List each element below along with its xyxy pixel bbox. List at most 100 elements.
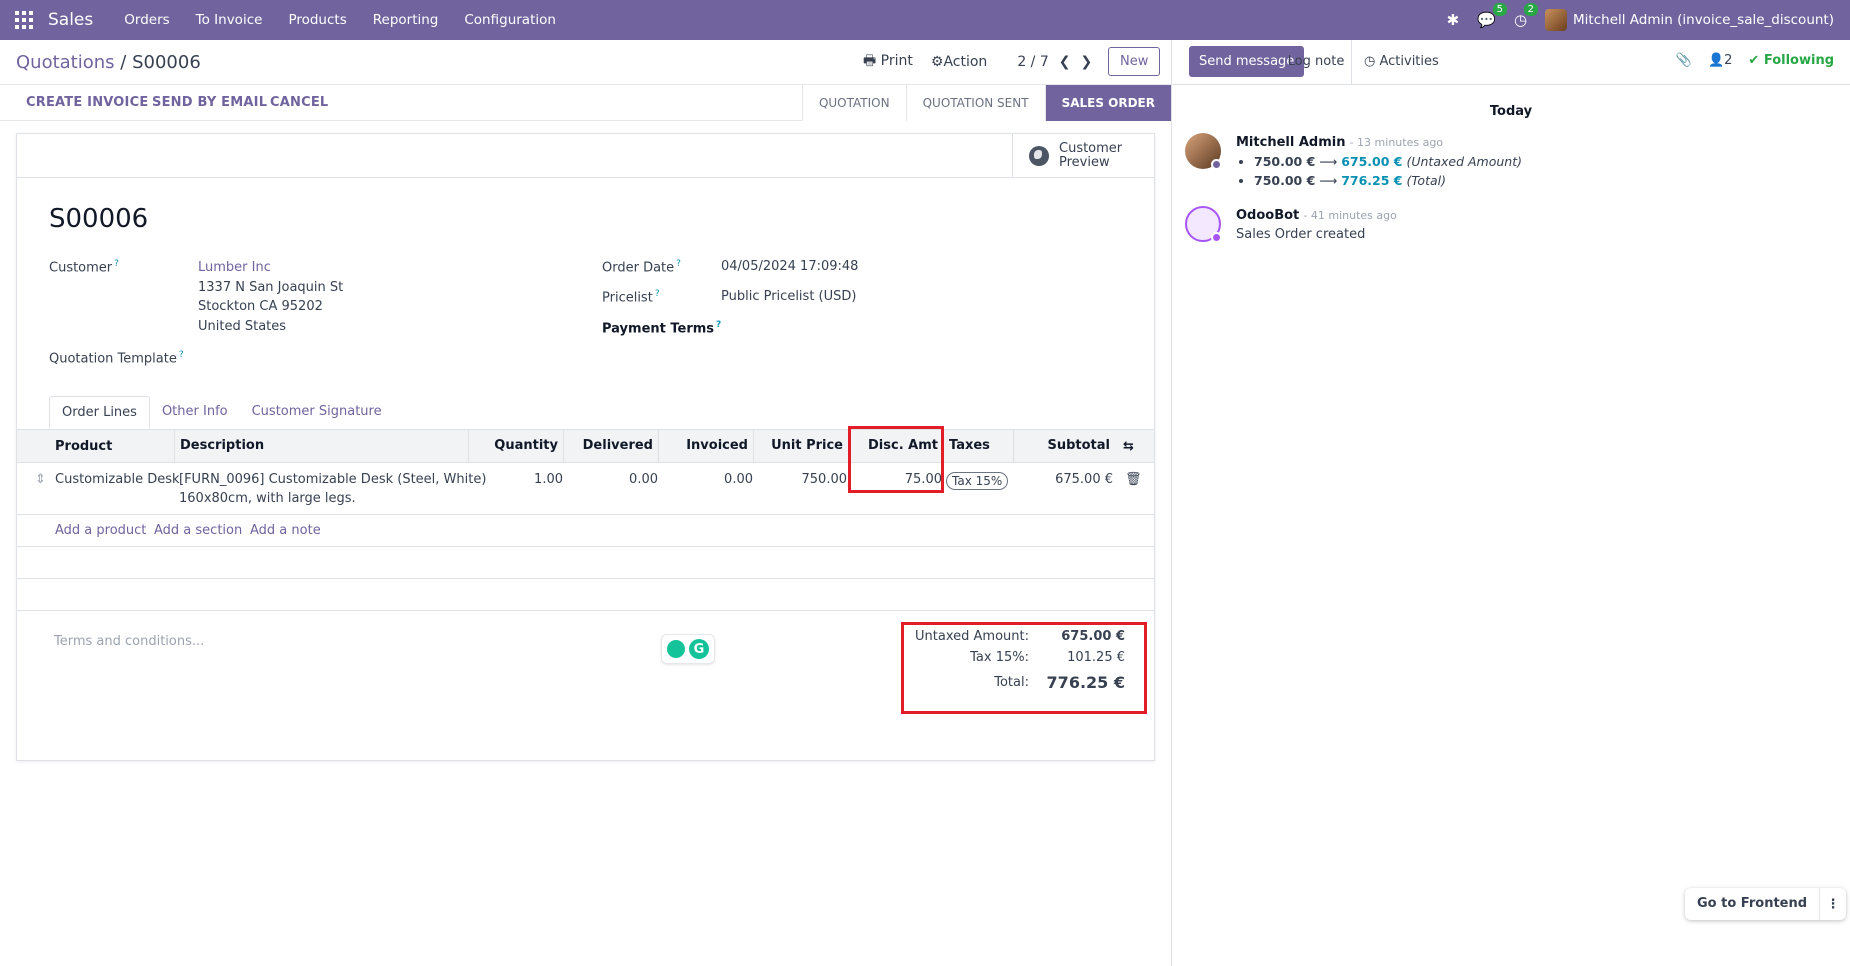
chevron-right-icon[interactable]: ❯: [1080, 54, 1092, 70]
table-row[interactable]: ⇕ Customizable Desk [FURN_0096] Customiz…: [17, 463, 1154, 515]
empty-row: [17, 579, 1154, 611]
top-navbar: Sales Orders To Invoice Products Reporti…: [0, 0, 1850, 40]
customer-preview-button[interactable]: Customer Preview: [1012, 134, 1154, 178]
tab-other-info[interactable]: Other Info: [150, 396, 240, 429]
address-line-3: United States: [198, 318, 287, 334]
globe-icon: [1029, 146, 1049, 166]
grammarly-widget[interactable]: G: [661, 634, 715, 664]
col-quantity[interactable]: Quantity: [468, 430, 563, 462]
following-button[interactable]: ✔ Following: [1748, 53, 1834, 68]
new-button[interactable]: New: [1108, 47, 1161, 76]
col-delivered[interactable]: Delivered: [563, 430, 658, 462]
paperclip-icon[interactable]: 📎: [1676, 53, 1692, 68]
activities-button[interactable]: ◷ Activities: [1364, 54, 1439, 69]
disc-amt-highlight: [848, 426, 944, 493]
add-note-link[interactable]: Add a note: [250, 523, 321, 538]
customer-field[interactable]: Lumber Inc 1337 N San Joaquin St Stockto…: [198, 258, 343, 336]
cell-description[interactable]: [FURN_0096] Customizable Desk (Steel, Wh…: [179, 470, 486, 508]
tab-customer-signature[interactable]: Customer Signature: [240, 396, 394, 429]
user-menu[interactable]: Mitchell Admin (invoice_sale_discount): [1545, 9, 1834, 31]
log-note-button[interactable]: Log note: [1281, 40, 1352, 85]
tracking-item: 750.00 € ⟶ 675.00 € (Untaxed Amount): [1254, 152, 1522, 171]
control-panel: Quotations / S00006 🖶 Print ⚙Action 2 / …: [0, 40, 1171, 85]
bug-icon[interactable]: ✱: [1447, 11, 1460, 29]
create-invoice-button[interactable]: CREATE INVOICE: [26, 95, 148, 110]
pricelist-field[interactable]: Public Pricelist (USD): [721, 287, 856, 307]
notebook-tabs: Order Lines Other Info Customer Signatur…: [49, 396, 394, 429]
drag-handle-icon[interactable]: ⇕: [35, 472, 46, 487]
terms-input[interactable]: Terms and conditions...: [54, 634, 204, 649]
col-unit-price[interactable]: Unit Price: [753, 430, 848, 462]
message-body: Sales Order created: [1236, 227, 1366, 242]
col-subtotal[interactable]: Subtotal: [1013, 430, 1115, 462]
col-invoiced[interactable]: Invoiced: [658, 430, 753, 462]
cell-invoiced[interactable]: 0.00: [658, 472, 753, 487]
breadcrumb-quotations[interactable]: Quotations: [16, 52, 115, 73]
order-lines-table: Product Description Quantity Delivered I…: [17, 429, 1154, 611]
trash-icon[interactable]: 🗑: [1125, 472, 1142, 487]
pager: 2 / 7 ❮ ❯: [1017, 54, 1092, 70]
cell-product[interactable]: Customizable Desk: [55, 472, 180, 487]
message-time: - 41 minutes ago: [1303, 209, 1397, 222]
menu-to-invoice[interactable]: To Invoice: [196, 12, 263, 28]
col-description[interactable]: Description: [174, 430, 264, 462]
message-author[interactable]: Mitchell Admin: [1236, 135, 1345, 150]
send-by-email-button[interactable]: SEND BY EMAIL: [152, 95, 267, 110]
print-button[interactable]: 🖶 Print: [863, 50, 913, 74]
col-taxes[interactable]: Taxes: [943, 430, 1013, 462]
clock-icon: ◷: [1364, 54, 1376, 69]
help-icon: ?: [654, 289, 660, 299]
cell-subtotal: 675.00 €: [1055, 472, 1113, 487]
stage-sales-order[interactable]: SALES ORDER: [1044, 85, 1171, 121]
order-date-field[interactable]: 04/05/2024 17:09:48: [721, 257, 858, 277]
cell-unit-price[interactable]: 750.00: [753, 472, 848, 487]
cell-taxes[interactable]: Tax 15%: [946, 472, 1009, 490]
heart-icon: [1211, 232, 1222, 243]
breadcrumb-separator: /: [120, 51, 133, 73]
message-time: - 13 minutes ago: [1349, 136, 1444, 149]
cell-delivered[interactable]: 0.00: [563, 472, 658, 487]
help-icon: ?: [716, 320, 722, 330]
app-name[interactable]: Sales: [48, 10, 93, 30]
totals-highlight: [901, 622, 1147, 714]
stage-quotation-sent[interactable]: QUOTATION SENT: [905, 85, 1045, 121]
more-options-icon[interactable]: ⋮: [1820, 897, 1846, 912]
message-author[interactable]: OdooBot: [1236, 208, 1299, 223]
col-product[interactable]: Product: [55, 439, 112, 454]
grammarly-icon: G: [689, 639, 709, 659]
go-to-frontend-button[interactable]: Go to Frontend: [1685, 888, 1821, 920]
clock-icon[interactable]: ◷ 2: [1514, 3, 1539, 29]
menu-products[interactable]: Products: [288, 12, 346, 28]
chat-icon[interactable]: 💬 5: [1477, 3, 1507, 29]
apps-grid-icon[interactable]: [0, 0, 48, 40]
form-sheet: Customer Preview S00006 Customer? Lumber…: [16, 133, 1155, 761]
activities-badge: 2: [1523, 3, 1539, 16]
stage-pipeline: QUOTATION QUOTATION SENT SALES ORDER: [801, 85, 1171, 121]
pricelist-label: Pricelist?: [602, 289, 660, 306]
cell-quantity[interactable]: 1.00: [468, 472, 563, 487]
cancel-button[interactable]: CANCEL: [270, 95, 328, 110]
tab-order-lines[interactable]: Order Lines: [49, 396, 150, 429]
order-date-label: Order Date?: [602, 259, 681, 276]
pager-value[interactable]: 2 / 7: [1017, 54, 1048, 70]
check-icon: ✔: [1748, 53, 1760, 68]
optional-columns-icon[interactable]: ⇆: [1123, 439, 1134, 454]
stage-quotation[interactable]: QUOTATION: [801, 85, 906, 121]
messages-badge: 5: [1492, 3, 1507, 16]
template-label: Quotation Template?: [49, 350, 184, 367]
chatter-panel: Send message Log note ◷ Activities 📎 👤2 …: [1171, 40, 1850, 966]
address-line-2: Stockton CA 95202: [198, 299, 323, 314]
customer-link[interactable]: Lumber Inc: [198, 260, 271, 275]
menu-configuration[interactable]: Configuration: [464, 12, 556, 28]
help-icon: ?: [178, 350, 184, 360]
add-product-link[interactable]: Add a product: [55, 523, 146, 538]
followers-button[interactable]: 👤2: [1708, 53, 1732, 68]
tracking-item: 750.00 € ⟶ 776.25 € (Total): [1254, 171, 1522, 190]
add-section-link[interactable]: Add a section: [154, 523, 242, 538]
arrow-right-icon: ⟶: [1319, 154, 1338, 169]
menu-reporting[interactable]: Reporting: [373, 12, 439, 28]
chevron-left-icon[interactable]: ❮: [1059, 54, 1071, 70]
action-button[interactable]: ⚙Action: [931, 54, 987, 70]
person-icon: 👤: [1707, 53, 1725, 68]
menu-orders[interactable]: Orders: [124, 12, 169, 28]
